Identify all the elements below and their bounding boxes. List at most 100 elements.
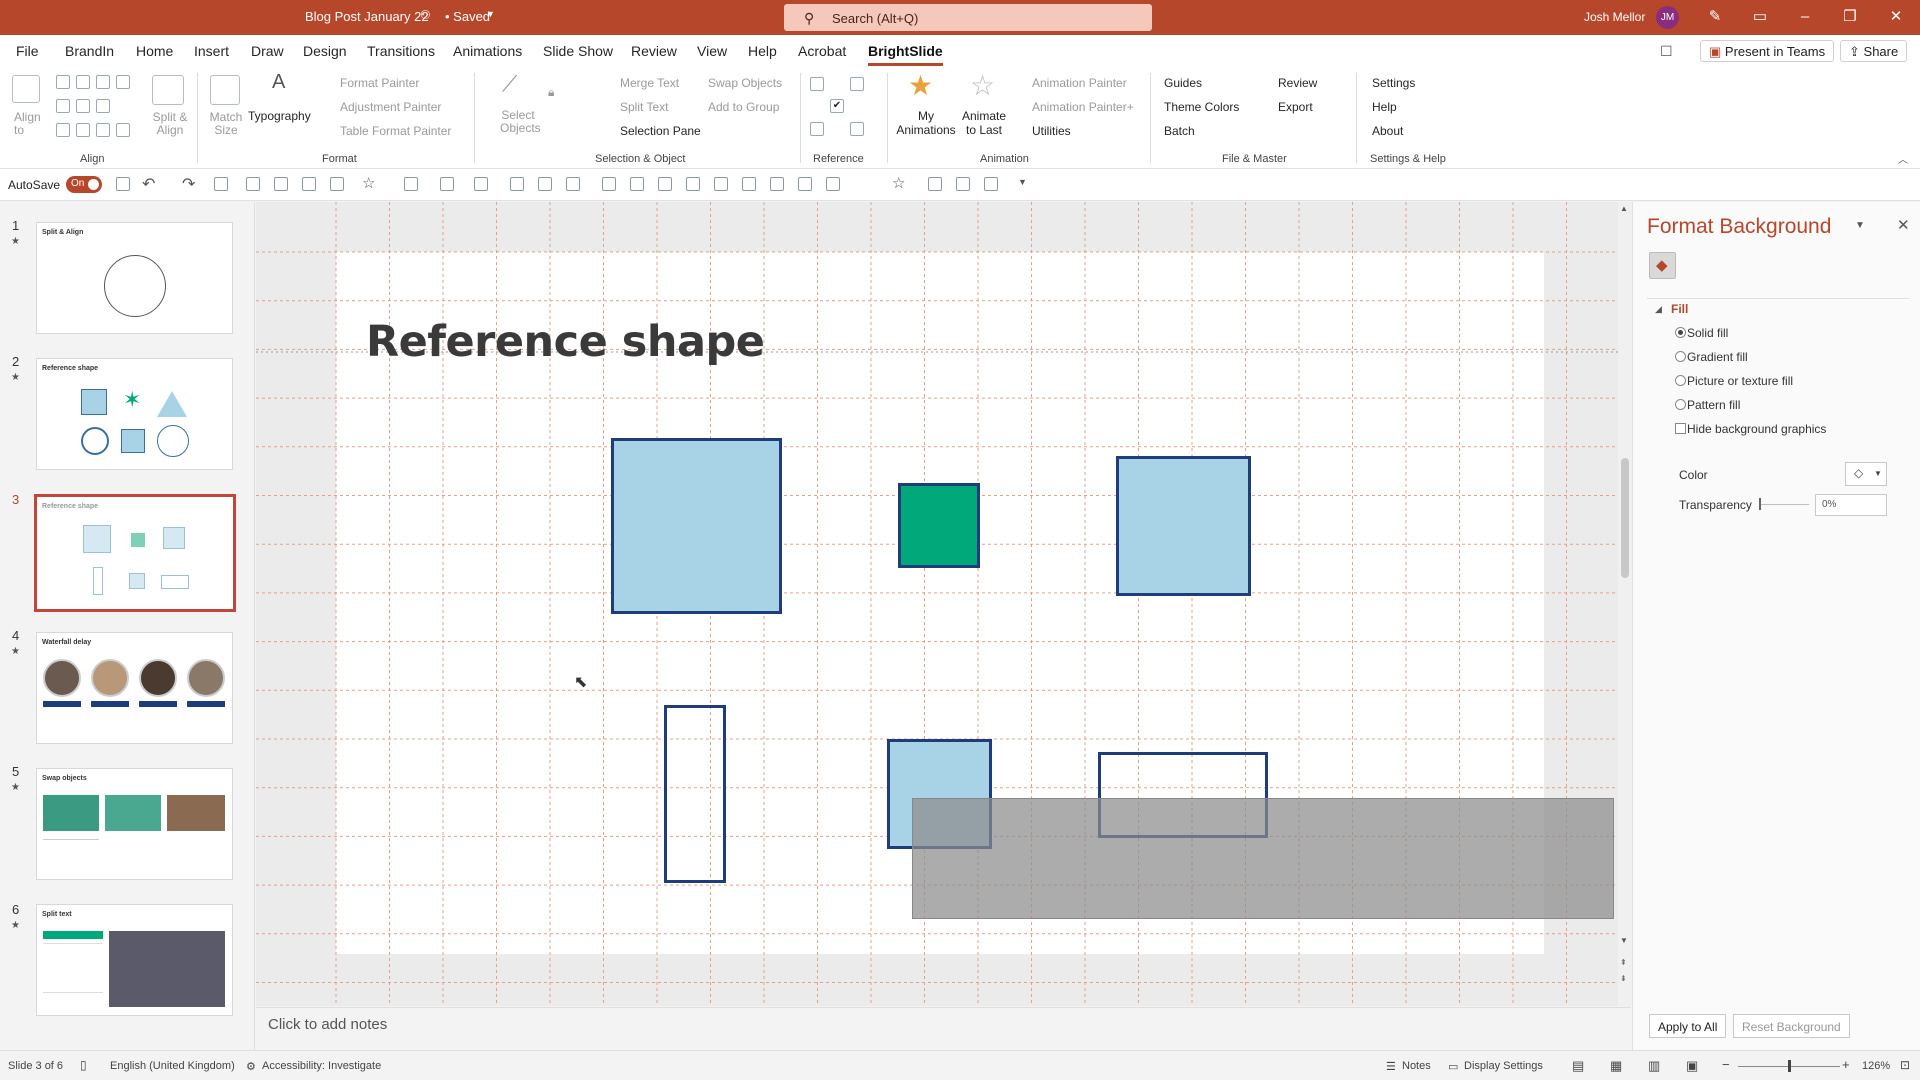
tall-rectangle-shape[interactable] <box>664 705 726 883</box>
green-square-shape[interactable] <box>898 483 980 568</box>
tab-help[interactable]: Help <box>748 43 777 59</box>
reset-background-button[interactable]: Reset Background <box>1733 1014 1850 1038</box>
scrollbar-thumb[interactable] <box>1621 458 1629 578</box>
fill-bucket-icon[interactable]: ◆ <box>1649 252 1676 279</box>
comments-icon[interactable]: ☐ <box>1660 43 1673 60</box>
align-bottom-qat-icon[interactable] <box>602 177 616 191</box>
typography-label[interactable]: Typography <box>248 109 311 123</box>
swap-objects-button[interactable]: Swap Objects <box>708 76 782 90</box>
align-right-icon[interactable] <box>96 75 110 89</box>
split-text-button[interactable]: Split Text <box>620 100 668 114</box>
reference-checkbox-checked[interactable]: ✔ <box>830 99 844 113</box>
tab-view[interactable]: View <box>697 43 727 59</box>
spelling-icon[interactable]: ▯ <box>80 1058 87 1072</box>
distribute-icon[interactable] <box>116 75 130 89</box>
align-middle-icon[interactable] <box>76 99 90 113</box>
slide-icon[interactable] <box>826 177 840 191</box>
zoom-level[interactable]: 126% <box>1862 1060 1890 1072</box>
paste-icon[interactable] <box>330 177 344 191</box>
chevron-down-icon[interactable]: ▼ <box>486 9 495 19</box>
autosave-toggle[interactable]: On <box>66 176 102 193</box>
stretch-2-icon[interactable] <box>76 123 90 137</box>
match-size-icon[interactable] <box>210 75 240 105</box>
align-bottom-icon[interactable] <box>96 99 110 113</box>
vertical-scrollbar[interactable]: ▲ ▼ ⇞ ⇟ <box>1618 202 1632 1006</box>
radio-button[interactable] <box>1675 375 1686 386</box>
adjustment-painter-button[interactable]: Adjustment Painter <box>340 100 441 114</box>
stretch-3-icon[interactable] <box>96 123 110 137</box>
reference-qat-icon[interactable] <box>984 177 998 191</box>
align-middle-qat-icon[interactable] <box>630 177 644 191</box>
avatar[interactable]: JM <box>1656 6 1679 29</box>
utilities-button[interactable]: Utilities <box>1032 124 1071 138</box>
add-to-group-button[interactable]: Add to Group <box>708 100 779 114</box>
color-picker-button[interactable]: ◇ ▼ <box>1845 462 1887 486</box>
pattern-fill-option[interactable]: Pattern fill <box>1675 398 1740 412</box>
split-align-label[interactable]: Split & Align <box>150 111 190 137</box>
about-button[interactable]: About <box>1372 124 1403 138</box>
text-align-icon[interactable] <box>538 177 552 191</box>
people-icon[interactable]: ⚇ <box>420 8 431 22</box>
selection-pane-button[interactable]: Selection Pane <box>620 124 701 138</box>
my-animations-label[interactable]: My Animations <box>896 109 956 137</box>
apply-to-all-button[interactable]: Apply to All <box>1649 1014 1727 1038</box>
reference-checkbox-4[interactable] <box>850 122 864 136</box>
resize-icon[interactable] <box>928 177 942 191</box>
settings-button[interactable]: Settings <box>1372 76 1415 90</box>
select-objects-icon[interactable]: ⟋ <box>502 71 517 97</box>
animation-star-icon[interactable]: ☆ <box>892 174 905 192</box>
help-button[interactable]: Help <box>1372 100 1397 114</box>
animate-to-last-icon[interactable]: ☆ <box>970 69 995 102</box>
stretch-icon[interactable] <box>56 123 70 137</box>
hide-background-graphics-option[interactable]: Hide background graphics <box>1675 422 1826 436</box>
slider-thumb[interactable] <box>1759 498 1761 510</box>
collapse-ribbon-icon[interactable]: ︿ <box>1898 151 1908 166</box>
tab-draw[interactable]: Draw <box>251 43 284 59</box>
slide-thumbnail-4[interactable]: Waterfall delay <box>36 632 233 744</box>
lock-icon[interactable]: 🔒︎ <box>548 85 554 100</box>
notes-button[interactable]: Notes <box>1402 1060 1431 1072</box>
tab-file[interactable]: File <box>16 43 39 59</box>
ribbon-display-icon[interactable]: ▭ <box>1748 6 1772 28</box>
export-button[interactable]: Export <box>1278 100 1313 114</box>
slide-show-icon[interactable]: ▣ <box>1686 1058 1698 1074</box>
notes-icon[interactable]: ☰ <box>1386 1060 1396 1073</box>
reference-checkbox-1[interactable] <box>810 77 824 91</box>
normal-view-icon[interactable]: ▤ <box>1572 1058 1584 1074</box>
slide-sorter-icon[interactable]: ▦ <box>1610 1058 1622 1074</box>
brush-icon[interactable] <box>440 177 454 191</box>
zoom-out-icon[interactable]: − <box>1722 1057 1730 1072</box>
merge-text-button[interactable]: Merge Text <box>620 76 679 90</box>
tab-design[interactable]: Design <box>303 43 347 59</box>
customize-qat-icon[interactable]: ▼ <box>1018 177 1027 187</box>
tab-animations[interactable]: Animations <box>453 43 522 59</box>
restore-icon[interactable]: ❐ <box>1838 6 1862 28</box>
search-box[interactable]: ⚲ Search (Alt+Q) <box>784 4 1152 31</box>
display-settings-icon[interactable]: ▭ <box>1448 1060 1458 1073</box>
tab-home[interactable]: Home <box>136 43 173 59</box>
present-in-teams-button[interactable]: ▣ Present in Teams <box>1700 40 1835 62</box>
solid-fill-option[interactable]: Solid fill <box>1675 326 1728 340</box>
list-icon[interactable] <box>798 177 812 191</box>
split-align-icon[interactable] <box>152 75 184 105</box>
transparency-input[interactable]: 0% <box>1815 494 1887 516</box>
slide-title[interactable]: Reference shape <box>366 317 765 367</box>
pen-icon[interactable]: ✎ <box>1703 6 1727 28</box>
reading-view-icon[interactable]: ▥ <box>1648 1058 1660 1074</box>
document-name[interactable]: Blog Post January 22 <box>305 9 429 24</box>
previous-slide-icon[interactable]: ⇞ <box>1620 958 1627 967</box>
slide-thumbnail-5[interactable]: Swap objects <box>36 768 233 880</box>
align-left-icon[interactable] <box>56 75 70 89</box>
align-top-qat-icon[interactable] <box>742 177 756 191</box>
slide-canvas[interactable]: Reference shape ⬉ <box>256 202 1631 1006</box>
table-icon[interactable] <box>510 177 524 191</box>
guides-button[interactable]: Guides <box>1164 76 1202 90</box>
fit-to-window-icon[interactable]: ⊡ <box>1900 1058 1910 1072</box>
present-icon[interactable] <box>214 177 228 191</box>
match-size-label[interactable]: Match Size <box>206 111 246 137</box>
slide-thumbnail-3[interactable]: Reference shape <box>34 494 236 612</box>
batch-button[interactable]: Batch <box>1164 124 1195 138</box>
tab-review[interactable]: Review <box>631 43 677 59</box>
redo-icon[interactable]: ↷ <box>182 174 195 194</box>
accessibility-status[interactable]: Accessibility: Investigate <box>262 1060 381 1072</box>
